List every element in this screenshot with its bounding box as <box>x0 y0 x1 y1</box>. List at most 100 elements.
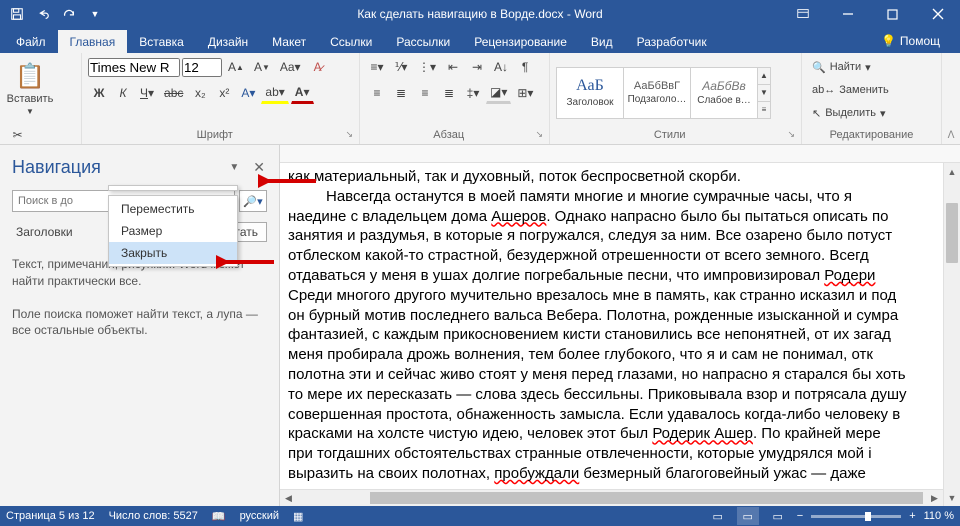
select-button[interactable]: ↖Выделить ▾ <box>808 102 898 124</box>
tab-file[interactable]: Файл <box>4 30 58 53</box>
scroll-thumb[interactable] <box>946 203 958 263</box>
paste-button[interactable]: 📋 Вставить ▼ <box>6 56 54 122</box>
font-size-select[interactable] <box>182 58 222 77</box>
page-content[interactable]: как материальный, так и духовный, поток … <box>280 163 960 488</box>
zoom-level[interactable]: 110 % <box>924 510 954 522</box>
ctx-close[interactable]: Закрыть <box>109 242 237 264</box>
tab-mailings[interactable]: Рассылки <box>384 30 462 53</box>
shrink-font-button[interactable]: A▼ <box>250 56 274 78</box>
tell-me-label: Помощ <box>900 34 940 48</box>
scroll-left-icon[interactable]: ◀ <box>280 490 297 506</box>
nav-search-button[interactable]: 🔎▾ <box>239 190 267 212</box>
close-icon[interactable] <box>915 0 960 28</box>
align-left-button[interactable]: ≡ <box>366 82 388 104</box>
styles-more-icon[interactable]: ≡ <box>758 102 770 118</box>
find-button[interactable]: 🔍Найти ▾ <box>808 56 898 78</box>
tab-insert[interactable]: Вставка <box>127 30 196 53</box>
launcher-icon[interactable]: ↘ <box>531 129 543 140</box>
line-spacing-button[interactable]: ‡▾ <box>462 82 484 104</box>
font-color-button[interactable]: A▾ <box>291 82 314 104</box>
clear-format-button[interactable]: A̷ <box>307 56 329 78</box>
quick-access-toolbar: ▼ <box>0 3 106 25</box>
save-icon[interactable] <box>6 3 28 25</box>
multilevel-button[interactable]: ⋮▾ <box>414 56 440 78</box>
styles-down-icon[interactable]: ▼ <box>758 85 770 102</box>
status-page[interactable]: Страница 5 из 12 <box>6 510 95 522</box>
text-line: полотна эти и сейчас живо стоят у меня п… <box>288 365 952 385</box>
qat-customize-icon[interactable]: ▼ <box>84 3 106 25</box>
bold-button[interactable]: Ж <box>88 82 110 104</box>
font-name-select[interactable] <box>88 58 180 77</box>
spellcheck-icon[interactable]: 📖 <box>212 510 226 523</box>
ctx-move[interactable]: Переместить <box>109 198 237 220</box>
status-words[interactable]: Число слов: 5527 <box>109 510 198 522</box>
horizontal-ruler[interactable] <box>280 145 960 163</box>
text-line: Среди многого другого мучительно врезало… <box>288 286 952 306</box>
redo-icon[interactable] <box>58 3 80 25</box>
tab-references[interactable]: Ссылки <box>318 30 384 53</box>
nav-tab-headings[interactable]: Заголовки <box>12 222 77 242</box>
style-heading[interactable]: АаБ Заголовок <box>556 67 624 119</box>
collapse-ribbon-icon[interactable]: ᐱ <box>942 53 960 144</box>
change-case-button[interactable]: Aa▾ <box>276 56 305 78</box>
scroll-down-icon[interactable]: ▼ <box>944 489 960 506</box>
numbering-button[interactable]: ⅟▾ <box>390 56 412 78</box>
indent-inc-button[interactable]: ⇥ <box>466 56 488 78</box>
text-line: наедине с владельцем дома Ашеров. Однако… <box>288 207 952 227</box>
style-emphasis[interactable]: АаБбВв Слабое в… <box>690 67 758 119</box>
scroll-thumb-h[interactable] <box>370 492 923 504</box>
tab-home[interactable]: Главная <box>58 30 128 53</box>
justify-button[interactable]: ≣ <box>438 82 460 104</box>
launcher-icon[interactable]: ↘ <box>341 129 353 140</box>
subscript-button[interactable]: x₂ <box>189 82 211 104</box>
tell-me[interactable]: 💡 Помощ <box>873 29 948 53</box>
style-subheading[interactable]: АаБбВвГ Подзаголо… <box>623 67 691 119</box>
superscript-button[interactable]: x² <box>213 82 235 104</box>
tab-design[interactable]: Дизайн <box>196 30 260 53</box>
nav-menu-dropdown[interactable]: ▼ <box>225 158 243 177</box>
bullets-button[interactable]: ≡▾ <box>366 56 388 78</box>
tab-review[interactable]: Рецензирование <box>462 30 579 53</box>
macro-icon[interactable]: ▦ <box>293 510 303 523</box>
zoom-out-icon[interactable]: − <box>797 510 803 522</box>
view-print-icon[interactable]: ▭ <box>737 507 759 525</box>
minimize-icon[interactable] <box>825 0 870 28</box>
underline-button[interactable]: Ч▾ <box>136 82 158 104</box>
zoom-in-icon[interactable]: + <box>909 510 915 522</box>
undo-icon[interactable] <box>32 3 54 25</box>
tab-view[interactable]: Вид <box>579 30 625 53</box>
ribbon-display-icon[interactable] <box>780 0 825 28</box>
ctx-size[interactable]: Размер <box>109 220 237 242</box>
grow-font-button[interactable]: A▲ <box>224 56 248 78</box>
text-effects-button[interactable]: A▾ <box>237 82 259 104</box>
zoom-slider[interactable] <box>811 515 901 518</box>
shading-button[interactable]: ◪▾ <box>486 82 511 104</box>
view-web-icon[interactable]: ▭ <box>767 507 789 525</box>
tab-developer[interactable]: Разработчик <box>625 30 719 53</box>
italic-button[interactable]: К <box>112 82 134 104</box>
show-marks-button[interactable]: ¶ <box>514 56 536 78</box>
zoom-knob[interactable] <box>865 512 871 521</box>
sort-button[interactable]: A↓ <box>490 56 512 78</box>
scroll-up-icon[interactable]: ▲ <box>944 163 960 180</box>
status-language[interactable]: русский <box>240 510 279 522</box>
styles-up-icon[interactable]: ▲ <box>758 68 770 85</box>
replace-button[interactable]: ab↔Заменить <box>808 79 898 101</box>
nav-close-button[interactable]: ✕ <box>243 155 267 180</box>
vertical-scrollbar[interactable]: ▲ ▼ <box>943 163 960 506</box>
cut-button[interactable]: ✂ <box>6 124 29 146</box>
align-center-button[interactable]: ≣ <box>390 82 412 104</box>
text-line: Навсегда останутся в моей памяти многие … <box>288 187 952 207</box>
scroll-right-icon[interactable]: ▶ <box>926 490 943 506</box>
align-right-button[interactable]: ≡ <box>414 82 436 104</box>
strike-button[interactable]: abc <box>160 82 187 104</box>
tab-layout[interactable]: Макет <box>260 30 318 53</box>
borders-button[interactable]: ⊞▾ <box>513 82 537 104</box>
view-read-icon[interactable]: ▭ <box>707 507 729 525</box>
group-clipboard: 📋 Вставить ▼ ✂ ⎘ 🖌 Буфер обм…↘ <box>0 53 82 144</box>
launcher-icon[interactable]: ↘ <box>783 129 795 140</box>
maximize-icon[interactable] <box>870 0 915 28</box>
indent-dec-button[interactable]: ⇤ <box>442 56 464 78</box>
highlight-button[interactable]: ab▾ <box>261 82 288 104</box>
horizontal-scrollbar[interactable]: ◀ ▶ <box>280 489 943 506</box>
